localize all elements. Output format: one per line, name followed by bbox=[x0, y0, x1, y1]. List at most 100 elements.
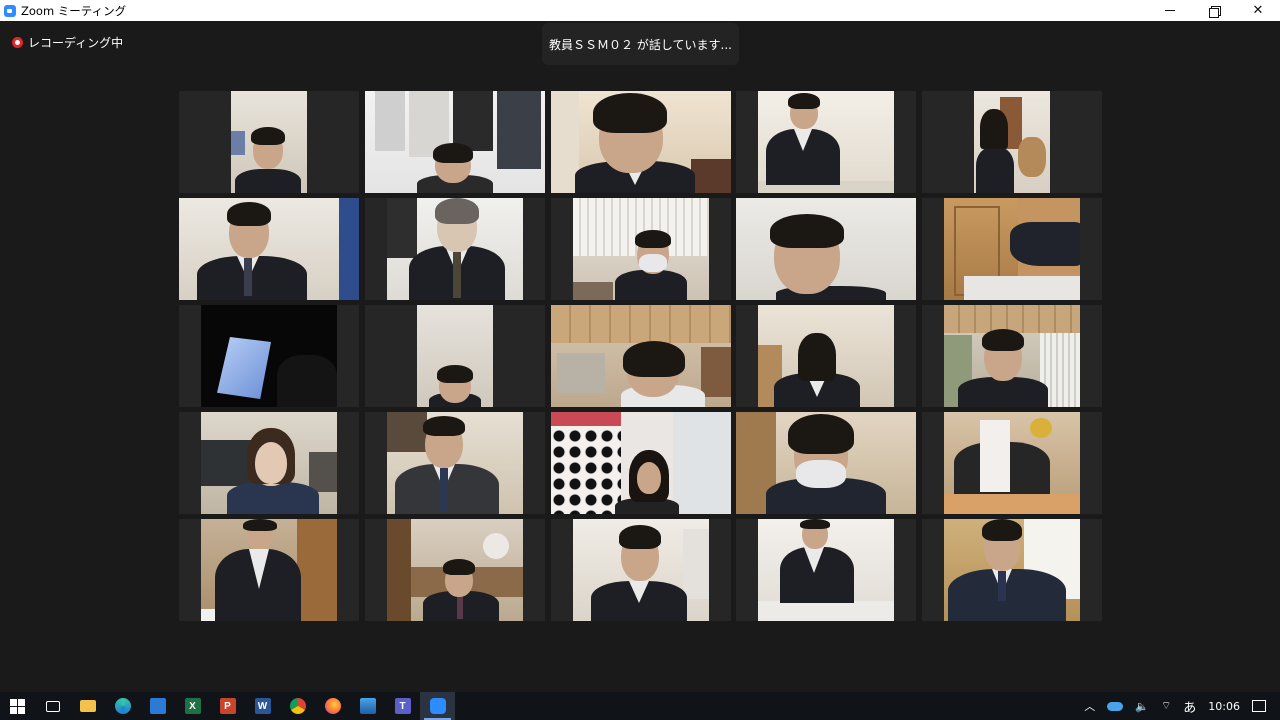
participant-tile[interactable] bbox=[179, 305, 359, 407]
participant-tile[interactable] bbox=[179, 412, 359, 514]
participant-tile[interactable] bbox=[179, 519, 359, 621]
participant-video bbox=[758, 305, 894, 407]
folder-icon bbox=[79, 700, 96, 712]
participant-video bbox=[551, 412, 731, 514]
photos-button[interactable] bbox=[350, 692, 385, 720]
participant-video bbox=[736, 198, 916, 300]
onedrive-icon[interactable] bbox=[1107, 701, 1124, 711]
recording-label: レコーディング中 bbox=[28, 36, 124, 50]
participant-video bbox=[573, 198, 709, 300]
chrome-button[interactable] bbox=[280, 692, 315, 720]
participant-video bbox=[736, 412, 916, 514]
minimize-icon bbox=[1165, 10, 1175, 11]
photos-icon bbox=[359, 698, 376, 714]
participant-video bbox=[201, 305, 337, 407]
participant-tile[interactable] bbox=[551, 519, 731, 621]
participant-video bbox=[551, 91, 731, 193]
word-icon: W bbox=[254, 698, 271, 714]
participant-video bbox=[944, 519, 1080, 621]
participant-tile[interactable] bbox=[736, 519, 916, 621]
teams-icon: T bbox=[394, 698, 411, 714]
participant-tile[interactable] bbox=[365, 519, 545, 621]
participant-video bbox=[551, 305, 731, 407]
edge-icon bbox=[114, 698, 131, 714]
active-speaker-banner: 教員ＳＳＭ０２ が話しています... bbox=[542, 23, 739, 65]
participant-tile[interactable] bbox=[922, 198, 1102, 300]
excel-button[interactable]: X bbox=[175, 692, 210, 720]
participant-tile[interactable] bbox=[179, 198, 359, 300]
participant-video bbox=[573, 519, 709, 621]
clock[interactable]: 10:06 bbox=[1208, 700, 1240, 713]
chevron-up-icon[interactable]: ︿ bbox=[1084, 698, 1095, 714]
zoom-icon bbox=[429, 698, 446, 714]
participant-video bbox=[944, 305, 1080, 407]
meeting-stage: レコーディング中 教員ＳＳＭ０２ が話しています... bbox=[0, 21, 1280, 692]
participant-tile[interactable] bbox=[736, 198, 916, 300]
gallery-grid bbox=[179, 91, 1102, 621]
participant-tile[interactable] bbox=[179, 91, 359, 193]
participant-tile[interactable] bbox=[551, 198, 731, 300]
participant-tile[interactable] bbox=[922, 91, 1102, 193]
notification-icon[interactable] bbox=[1252, 700, 1266, 712]
powerpoint-icon: P bbox=[219, 698, 236, 714]
participant-video bbox=[387, 412, 523, 514]
participant-tile[interactable] bbox=[736, 412, 916, 514]
restore-button[interactable] bbox=[1192, 0, 1236, 21]
participant-video bbox=[365, 91, 545, 193]
participant-tile[interactable] bbox=[922, 519, 1102, 621]
participant-video bbox=[201, 412, 337, 514]
minimize-button[interactable] bbox=[1148, 0, 1192, 21]
system-tray: ︿ 🔈 ⌔ あ 10:06 bbox=[1078, 692, 1280, 720]
participant-tile[interactable] bbox=[922, 412, 1102, 514]
participant-video bbox=[179, 198, 359, 300]
participant-tile[interactable] bbox=[365, 412, 545, 514]
powerpoint-button[interactable]: P bbox=[210, 692, 245, 720]
participant-tile[interactable] bbox=[736, 305, 916, 407]
active-speaker-text: 教員ＳＳＭ０２ が話しています... bbox=[549, 37, 732, 52]
windows-start-icon bbox=[10, 698, 25, 714]
participant-tile[interactable] bbox=[551, 305, 731, 407]
start-button[interactable] bbox=[0, 692, 35, 720]
close-button[interactable]: ✕ bbox=[1236, 0, 1280, 21]
participant-tile[interactable] bbox=[365, 305, 545, 407]
participant-video bbox=[387, 198, 523, 300]
window-title: Zoom ミーティング bbox=[21, 3, 127, 18]
participant-tile[interactable] bbox=[365, 91, 545, 193]
close-icon: ✕ bbox=[1252, 3, 1264, 18]
recording-icon bbox=[12, 37, 23, 48]
zoom-taskbar-button[interactable] bbox=[420, 692, 455, 720]
wifi-icon[interactable]: ⌔ bbox=[1161, 699, 1171, 713]
restore-icon bbox=[1209, 5, 1221, 18]
task-view-icon bbox=[45, 700, 60, 712]
firefox-icon bbox=[324, 698, 341, 714]
participant-video bbox=[387, 519, 523, 621]
volume-icon[interactable]: 🔈 bbox=[1135, 700, 1149, 713]
participant-video bbox=[944, 198, 1080, 300]
store-button[interactable] bbox=[140, 692, 175, 720]
window-titlebar: Zoom ミーティング ✕ bbox=[0, 0, 1280, 21]
participant-tile[interactable] bbox=[551, 91, 731, 193]
participant-video bbox=[758, 519, 894, 621]
participant-video bbox=[974, 91, 1050, 193]
participant-video bbox=[231, 91, 307, 193]
participant-video bbox=[201, 519, 337, 621]
zoom-app-icon bbox=[4, 4, 16, 17]
participant-tile[interactable] bbox=[922, 305, 1102, 407]
word-button[interactable]: W bbox=[245, 692, 280, 720]
ime-indicator[interactable]: あ bbox=[1183, 697, 1196, 716]
file-explorer-button[interactable] bbox=[70, 692, 105, 720]
participant-tile[interactable] bbox=[551, 412, 731, 514]
participant-tile[interactable] bbox=[365, 198, 545, 300]
recording-indicator[interactable]: レコーディング中 bbox=[12, 34, 123, 51]
task-view-button[interactable] bbox=[35, 692, 70, 720]
chrome-icon bbox=[289, 698, 306, 714]
firefox-button[interactable] bbox=[315, 692, 350, 720]
participant-video bbox=[944, 412, 1080, 514]
store-icon bbox=[149, 698, 166, 714]
excel-icon: X bbox=[184, 698, 201, 714]
edge-button[interactable] bbox=[105, 692, 140, 720]
participant-tile[interactable] bbox=[736, 91, 916, 193]
teams-button[interactable]: T bbox=[385, 692, 420, 720]
windows-taskbar: X P W T ︿ 🔈 ⌔ あ 10:06 bbox=[0, 692, 1280, 720]
participant-video bbox=[758, 91, 894, 193]
